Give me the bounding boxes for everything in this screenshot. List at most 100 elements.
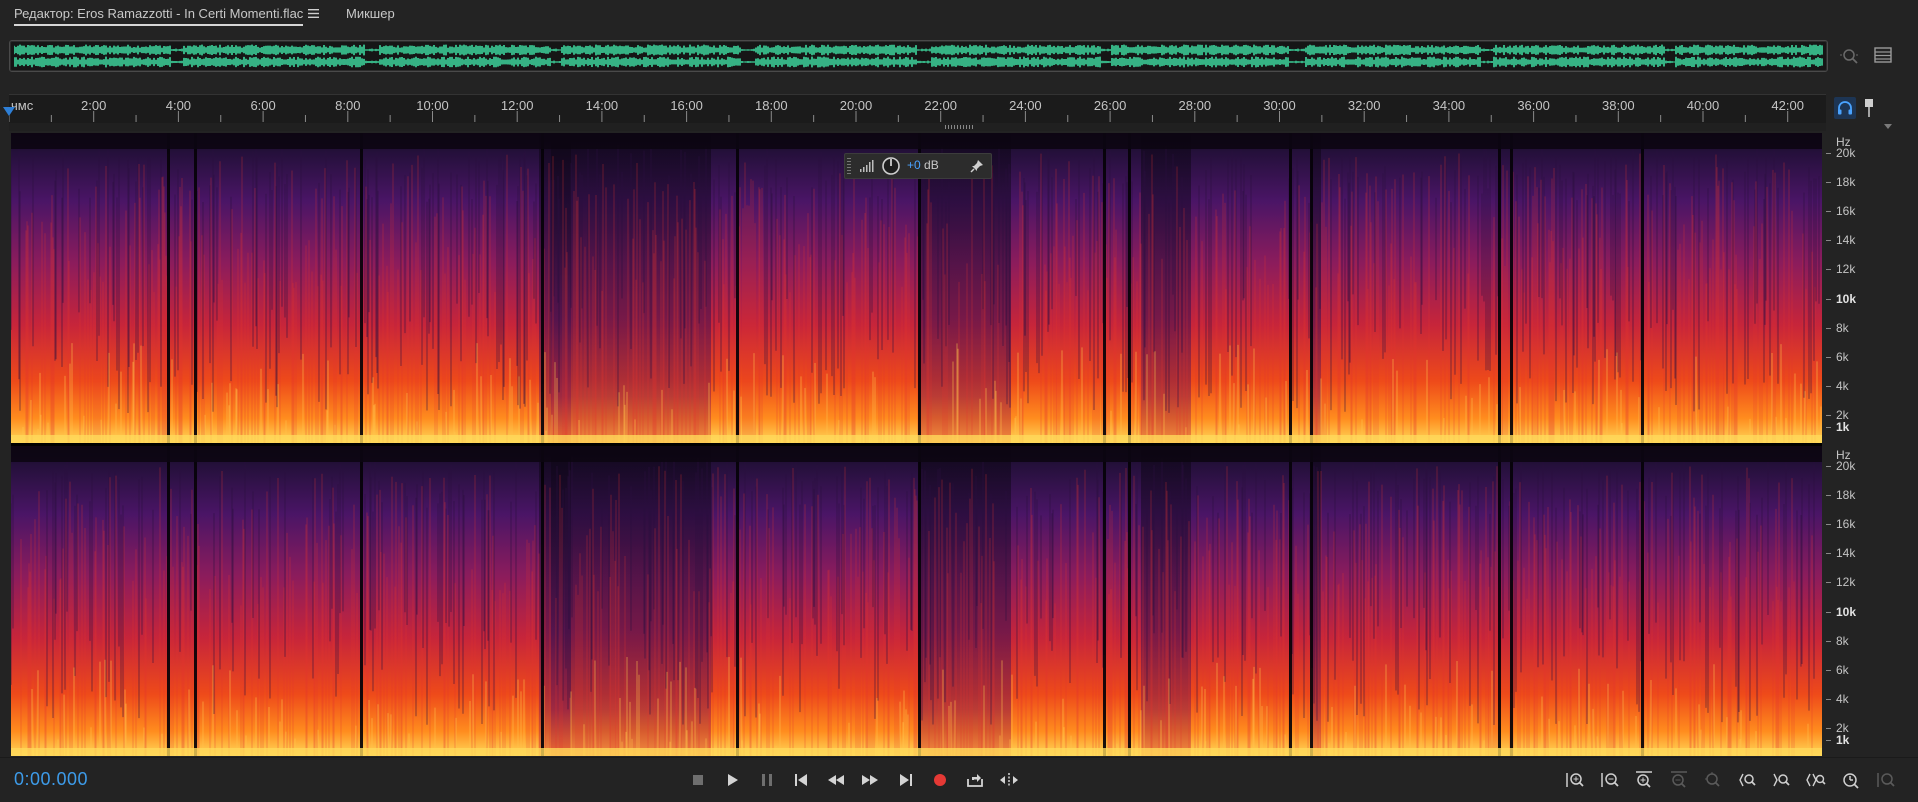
spectrogram-gap [1310,133,1313,443]
zoom-full-icon [1877,773,1895,787]
frequency-label: 20k [1836,459,1856,473]
skip-selection-button[interactable] [999,770,1019,790]
ruler-time-label: 6:00 [250,98,275,113]
frequency-label: 16k [1836,204,1856,219]
zoom-out-time-icon [1671,771,1687,788]
frequency-tick [1826,582,1831,584]
hamburger-menu-icon[interactable] [308,8,319,19]
frequency-tick [1826,669,1831,671]
frequency-tick [1826,740,1831,741]
fast-forward-button[interactable] [860,770,880,790]
time-ruler-svg: чмс 2:00 4:00 6:00 8:00 10:00 12:00 14:00 16:00 1… [9,98,1804,122]
go-to-end-button[interactable] [896,770,916,790]
ruler-time-label: 8:00 [335,98,360,113]
zoom-full-button[interactable] [1876,770,1896,790]
zoom-navigator-icon[interactable] [1840,46,1860,66]
stop-icon [693,775,703,785]
zoom-selection-right-button[interactable] [1772,770,1792,790]
marker-pin-icon[interactable] [1862,98,1876,118]
spectrogram-gap [1289,446,1292,756]
frequency-tick [1826,269,1831,271]
frequency-tick [1826,611,1831,613]
vertical-zoom-strip[interactable] [9,123,1826,131]
spectrogram-gap [167,133,170,443]
zoom-out-time-button[interactable] [1669,770,1689,790]
ruler-time-label: 22:00 [924,98,957,113]
stop-button[interactable] [688,770,708,790]
frequency-scale-right: Hz 20k 18k 16k 14k 12k 10k 8k 6k 4k 2k 1k [1826,446,1918,756]
hud-drag-grip[interactable] [847,158,851,174]
frequency-tick [1826,728,1831,729]
frequency-tick [1826,427,1831,428]
spectrogram-gap [541,133,544,443]
zoom-reset-icon [1705,772,1720,787]
fast-forward-icon [862,775,878,785]
loop-playback-button[interactable] [965,770,985,790]
rewind-button[interactable] [826,770,846,790]
volume-hud[interactable]: +0 dB [844,153,992,179]
pause-button[interactable] [757,770,777,790]
frequency-label: 18k [1836,488,1856,503]
spectrogram-gap [736,446,739,756]
volume-value[interactable]: +0 dB [907,158,939,172]
ruler-time-label: 26:00 [1094,98,1127,113]
zoom-in-time-icon [1636,771,1652,788]
ruler-time-label: 32:00 [1348,98,1381,113]
spectrogram-right [11,446,1822,756]
spectrogram-gap [1103,133,1106,443]
volume-value-unit: dB [920,158,939,172]
go-to-start-button[interactable] [791,770,811,790]
record-button[interactable] [930,770,950,790]
frequency-tick [1826,298,1831,300]
frequency-tick [1826,698,1831,700]
rewind-icon [828,775,844,785]
zoom-out-full-button[interactable] [1806,770,1826,790]
time-ruler[interactable]: чмс 2:00 4:00 6:00 8:00 10:00 12:00 14:00 16:00 1… [9,94,1826,124]
volume-knob-icon[interactable] [881,156,901,176]
zoom-in-amplitude-button[interactable] [1565,770,1585,790]
spectrogram-gap [1641,446,1644,756]
ruler-time-label: 14:00 [586,98,619,113]
zoom-in-point-button[interactable] [1841,770,1861,790]
playhead-marker[interactable] [2,106,16,120]
spectrogram-channel-left[interactable] [11,133,1822,443]
list-view-icon[interactable] [1874,47,1892,63]
frequency-tick [1826,327,1831,329]
spectrogram-gap [194,446,197,756]
pause-icon [762,774,772,786]
spectrogram-gap [360,446,363,756]
frequency-label: 14k [1836,546,1856,561]
frequency-label: 6k [1836,349,1849,364]
spectrogram-gap [918,446,921,756]
tab-mixer[interactable]: Микшер [346,6,395,21]
frequency-label: 1k [1836,420,1850,434]
waveform-overview[interactable] [9,40,1828,72]
ruler-time-label: 40:00 [1687,98,1720,113]
zoom-reset-button[interactable] [1703,770,1723,790]
spectrogram-channel-right[interactable] [11,446,1822,756]
ruler-time-label: 16:00 [670,98,703,113]
zoom-selection-left-button[interactable] [1738,770,1758,790]
zoom-in-time-button[interactable] [1634,770,1654,790]
tab-editor[interactable]: Редактор: Eros Ramazzotti - In Certi Mom… [14,6,304,26]
ruler-time-label: 34:00 [1433,98,1466,113]
spectrogram-gap [1498,446,1501,756]
spectrogram-gap [1510,133,1513,443]
skip-to-start-icon [795,774,807,786]
pin-icon[interactable] [969,158,985,174]
current-time-display[interactable]: 0:00.000 [14,769,88,790]
document-tabs: Редактор: Eros Ramazzotti - In Certi Mom… [0,0,1918,30]
ruler-time-label: 4:00 [166,98,191,113]
skip-selection-icon [1000,773,1018,787]
chevron-down-icon[interactable] [1884,124,1892,130]
scroll-grip-handle[interactable] [945,125,975,129]
headphones-icon[interactable] [1834,97,1856,119]
frequency-tick [1826,640,1831,642]
zoom-out-amplitude-button[interactable] [1600,770,1620,790]
spectrogram-quiet-region [919,133,1011,443]
zoom-in-amplitude-icon [1566,773,1584,787]
zoom-selection-right-icon [1773,773,1790,787]
overview-channel-bottom [14,56,1823,68]
frequency-label: 4k [1836,378,1849,393]
play-button[interactable] [722,770,742,790]
